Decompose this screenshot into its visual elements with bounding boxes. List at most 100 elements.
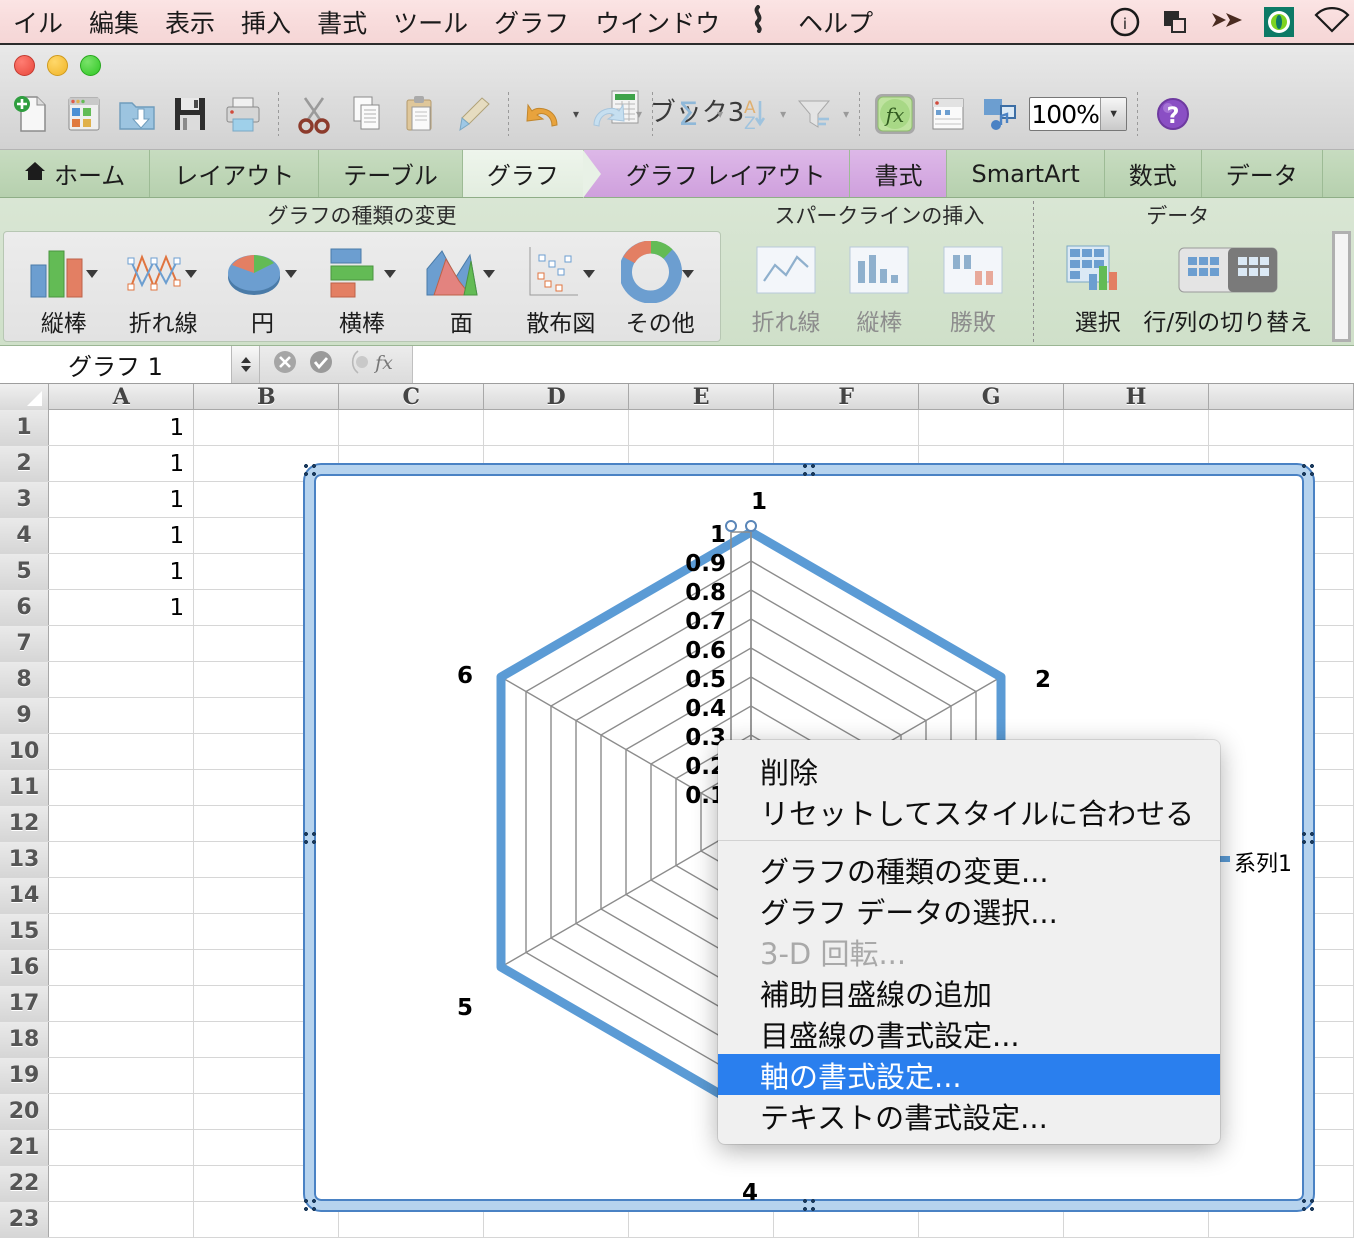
cell-B1[interactable]: [194, 410, 340, 445]
accept-icon[interactable]: [308, 349, 334, 380]
sparkline-column[interactable]: 縦棒: [833, 235, 926, 337]
column-header-h[interactable]: H: [1064, 384, 1210, 410]
chart-type-bar[interactable]: 横棒: [312, 236, 411, 338]
autosum-dropdown-caret[interactable]: ▾: [717, 107, 723, 121]
filter-dropdown-caret[interactable]: ▾: [843, 107, 849, 121]
row-header-23[interactable]: 23: [0, 1202, 50, 1237]
cell-D1[interactable]: [484, 410, 630, 445]
column-header-d[interactable]: D: [484, 384, 630, 410]
row-header-20[interactable]: 20: [0, 1094, 50, 1129]
menu-item-edit[interactable]: 編集: [76, 4, 152, 40]
wifi-icon[interactable]: [1304, 6, 1354, 37]
cut-icon[interactable]: [289, 88, 339, 140]
cell-A16[interactable]: [49, 950, 195, 985]
tab-formulas[interactable]: 数式: [1105, 150, 1202, 197]
redo-icon[interactable]: [582, 88, 632, 140]
cell-A11[interactable]: [49, 770, 195, 805]
row-header-21[interactable]: 21: [0, 1130, 50, 1165]
column-header-b[interactable]: B: [194, 384, 340, 410]
context-menu-item-3[interactable]: グラフの種類の変更...: [718, 849, 1220, 890]
menu-item-chart[interactable]: グラフ: [481, 4, 582, 40]
tab-data[interactable]: データ: [1202, 150, 1323, 197]
cell-A23[interactable]: [49, 1202, 195, 1237]
cell-A6[interactable]: 1: [49, 590, 195, 625]
function-icon[interactable]: fx: [344, 348, 400, 381]
zoom-button[interactable]: [80, 55, 101, 76]
switch-row-column-button[interactable]: 行/列の切り替え: [1143, 235, 1312, 337]
row-header-12[interactable]: 12: [0, 806, 50, 841]
chart-type-pie[interactable]: 円: [213, 236, 312, 338]
row-header-16[interactable]: 16: [0, 950, 50, 985]
cell-A1[interactable]: 1: [49, 410, 195, 445]
cell-I1[interactable]: [1209, 410, 1354, 445]
cell-A4[interactable]: 1: [49, 518, 195, 553]
column-header-g[interactable]: G: [919, 384, 1065, 410]
row-header-3[interactable]: 3: [0, 482, 50, 517]
tab-home[interactable]: ホーム: [0, 150, 151, 197]
context-menu-item-1[interactable]: リセットしてスタイルに合わせる: [718, 791, 1220, 832]
tab-table[interactable]: テーブル: [319, 150, 463, 197]
menu-item-file[interactable]: イル: [0, 4, 76, 40]
cell-A19[interactable]: [49, 1058, 195, 1093]
cell-A9[interactable]: [49, 698, 195, 733]
toolbox-icon[interactable]: [923, 88, 973, 140]
cell-A17[interactable]: [49, 986, 195, 1021]
tab-format[interactable]: 書式: [850, 150, 948, 197]
context-menu-item-4[interactable]: グラフ データの選択...: [718, 890, 1220, 931]
info-circle-icon[interactable]: i: [1100, 7, 1150, 37]
cell-A15[interactable]: [49, 914, 195, 949]
value-axis-handle-top-right[interactable]: [745, 520, 757, 532]
row-header-1[interactable]: 1: [0, 410, 50, 445]
menu-item-view[interactable]: 表示: [152, 4, 228, 40]
format-painter-icon[interactable]: [448, 88, 498, 140]
sparkline-line[interactable]: 折れ線: [739, 235, 832, 337]
fast-forward-icon[interactable]: [1200, 7, 1254, 37]
context-menu-item-8[interactable]: 軸の書式設定...: [718, 1054, 1220, 1095]
flag-icon[interactable]: [733, 4, 785, 39]
paste-icon[interactable]: [395, 88, 445, 140]
zoom-value[interactable]: 100%: [1030, 100, 1100, 129]
fx-icon[interactable]: fx: [870, 88, 920, 140]
name-box[interactable]: グラフ 1: [0, 346, 232, 383]
row-header-5[interactable]: 5: [0, 554, 50, 589]
cell-C1[interactable]: [339, 410, 485, 445]
row-header-2[interactable]: 2: [0, 446, 50, 481]
row-header-11[interactable]: 11: [0, 770, 50, 805]
row-header-4[interactable]: 4: [0, 518, 50, 553]
tab-chart[interactable]: グラフ: [462, 150, 601, 198]
chart-type-column[interactable]: 縦棒: [14, 236, 113, 338]
print-icon[interactable]: [218, 88, 268, 140]
name-box-stepper[interactable]: [232, 346, 260, 383]
row-header-17[interactable]: 17: [0, 986, 50, 1021]
undo-dropdown-caret[interactable]: ▾: [573, 107, 579, 121]
sparkline-winloss[interactable]: 勝敗: [926, 235, 1019, 337]
open-template-icon[interactable]: [59, 88, 109, 140]
sort-dropdown-caret[interactable]: ▾: [780, 107, 786, 121]
value-axis-handle-top-left[interactable]: [725, 520, 737, 532]
column-header-f[interactable]: F: [774, 384, 920, 410]
cancel-icon[interactable]: [272, 349, 298, 380]
tab-layout[interactable]: レイアウト: [150, 150, 320, 197]
autosum-icon[interactable]: Σ: [663, 88, 713, 140]
menu-item-help[interactable]: ヘルプ: [785, 4, 886, 40]
row-header-13[interactable]: 13: [0, 842, 50, 877]
cell-A3[interactable]: 1: [49, 482, 195, 517]
cell-E1[interactable]: [629, 410, 775, 445]
new-document-icon[interactable]: [6, 88, 56, 140]
sort-icon[interactable]: AZ: [726, 88, 776, 140]
context-menu-item-6[interactable]: 補助目盛線の追加: [718, 972, 1220, 1013]
save-icon[interactable]: [165, 88, 215, 140]
row-header-14[interactable]: 14: [0, 878, 50, 913]
tab-chart-layout[interactable]: グラフ レイアウト: [583, 150, 851, 197]
cell-A13[interactable]: [49, 842, 195, 877]
column-header-a[interactable]: A: [49, 384, 195, 410]
duplicate-icon[interactable]: [1150, 7, 1200, 37]
cell-A5[interactable]: 1: [49, 554, 195, 589]
filter-icon[interactable]: [789, 88, 839, 140]
formula-input[interactable]: [413, 346, 1354, 383]
row-header-18[interactable]: 18: [0, 1022, 50, 1057]
zoom-control[interactable]: 100% ▼: [1029, 97, 1128, 131]
chart-type-area[interactable]: 面: [412, 236, 511, 338]
tab-smartart[interactable]: SmartArt: [947, 150, 1105, 197]
row-header-9[interactable]: 9: [0, 698, 50, 733]
